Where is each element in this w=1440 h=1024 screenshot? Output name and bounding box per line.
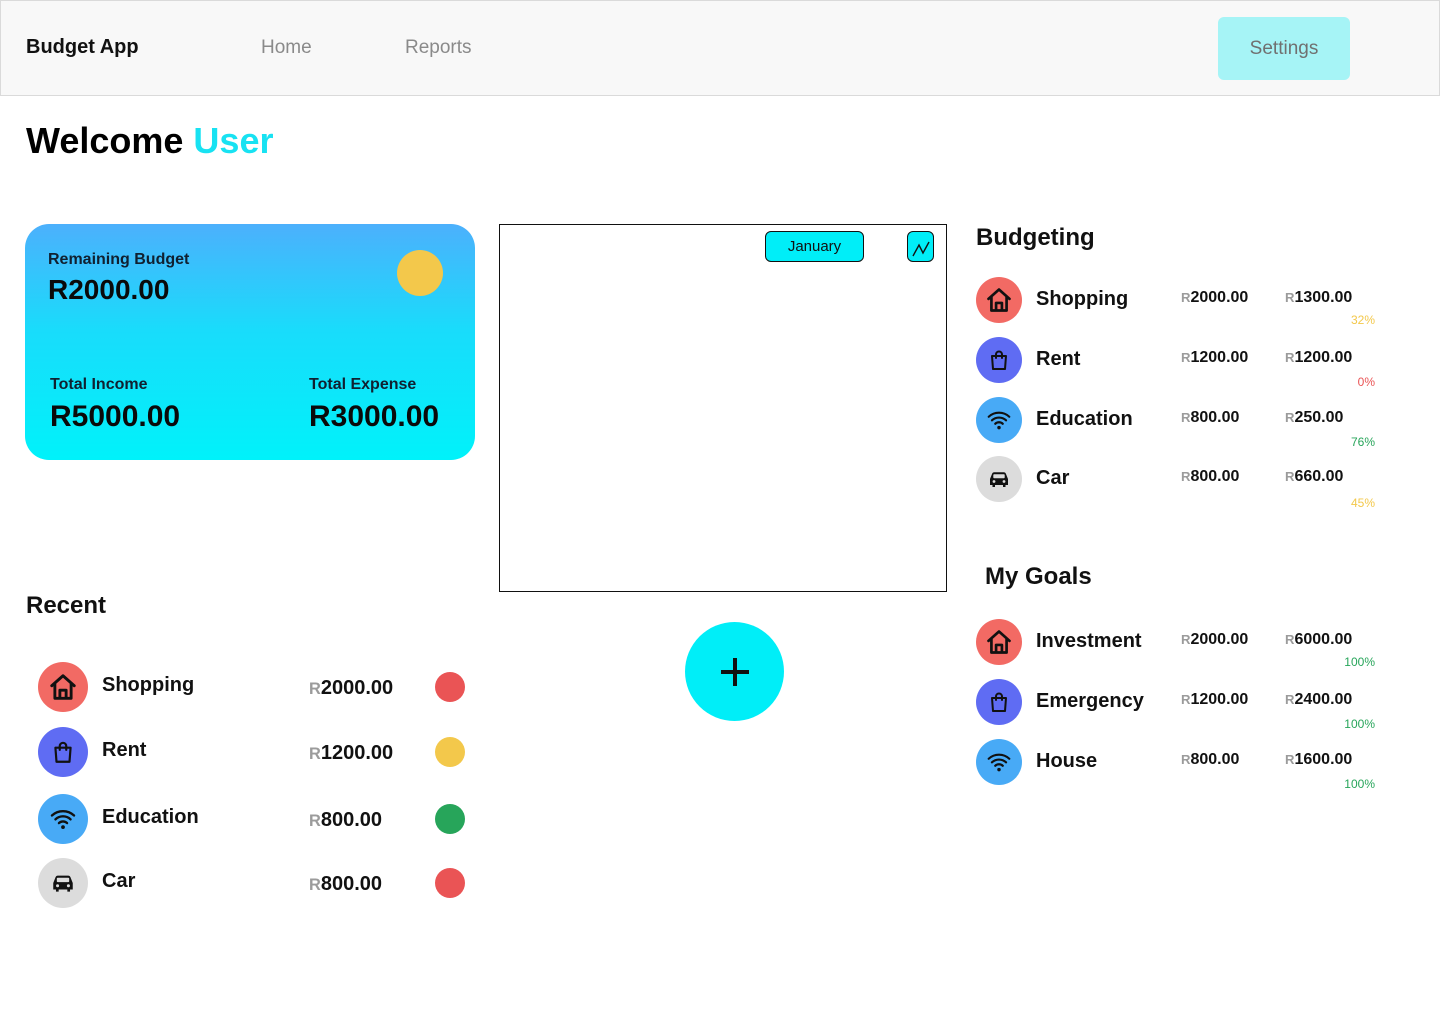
- status-dot: [435, 737, 465, 767]
- wifi-icon: [38, 794, 88, 844]
- nav-home-link[interactable]: Home: [261, 37, 312, 59]
- budgeting-heading: Budgeting: [976, 224, 1095, 251]
- recent-item-name: Education: [102, 806, 199, 828]
- goal-item-investment[interactable]: Investment R2000.00 R6000.00 100%: [976, 619, 1396, 671]
- recent-heading: Recent: [26, 592, 107, 619]
- goal-item-percent: 100%: [1344, 717, 1375, 731]
- goal-item-house[interactable]: House R800.00 R1600.00 100%: [976, 739, 1396, 791]
- budget-item-spent: R800.00: [1181, 409, 1240, 426]
- coin-icon: [397, 250, 443, 296]
- goal-item-name: Emergency: [1036, 690, 1144, 712]
- recent-item-shopping[interactable]: Shopping R2000.00: [38, 662, 470, 714]
- month-selector[interactable]: January: [765, 231, 864, 262]
- goal-item-target: R6000.00: [1285, 631, 1353, 648]
- shopping-bag-icon: [976, 679, 1022, 725]
- chart-type-toggle[interactable]: [907, 231, 934, 262]
- status-dot: [435, 868, 465, 898]
- budget-item-limit: R1200.00: [1285, 349, 1353, 366]
- budget-item-name: Education: [1036, 408, 1133, 430]
- budget-item-spent: R1200.00: [1181, 349, 1249, 366]
- goal-item-percent: 100%: [1344, 655, 1375, 669]
- goal-item-saved: R1200.00: [1181, 691, 1249, 708]
- wifi-icon: [976, 739, 1022, 785]
- goal-item-saved: R2000.00: [1181, 631, 1249, 648]
- budget-item-name: Shopping: [1036, 288, 1129, 310]
- goal-item-saved: R800.00: [1181, 751, 1240, 768]
- goal-item-target: R2400.00: [1285, 691, 1353, 708]
- recent-item-rent[interactable]: Rent R1200.00: [38, 727, 470, 779]
- recent-item-amount: R800.00: [309, 873, 383, 895]
- recent-item-amount: R800.00: [309, 809, 383, 831]
- remaining-budget-label: Remaining Budget: [48, 251, 190, 268]
- welcome-heading: Welcome User: [26, 120, 273, 162]
- shopping-bag-icon: [976, 337, 1022, 383]
- house-icon: [38, 662, 88, 712]
- budget-item-percent: 32%: [1350, 313, 1375, 327]
- recent-item-name: Car: [102, 870, 136, 892]
- status-dot: [435, 672, 465, 702]
- balance-card: Remaining Budget R2000.00 Total Income R…: [25, 224, 475, 460]
- budget-item-rent[interactable]: Rent R1200.00 R1200.00 0%: [976, 337, 1396, 389]
- budget-item-percent: 76%: [1350, 435, 1375, 449]
- goal-item-target: R1600.00: [1285, 751, 1353, 768]
- budget-item-limit: R250.00: [1285, 409, 1344, 426]
- welcome-username: User: [193, 120, 274, 161]
- recent-item-amount: R1200.00: [309, 742, 394, 764]
- budget-item-spent: R800.00: [1181, 468, 1240, 485]
- house-icon: [976, 619, 1022, 665]
- budget-item-car[interactable]: Car R800.00 R660.00 45%: [976, 456, 1396, 510]
- car-icon: [976, 456, 1022, 502]
- goal-item-emergency[interactable]: Emergency R1200.00 R2400.00 100%: [976, 679, 1396, 731]
- total-expense-label: Total Expense: [309, 376, 417, 393]
- total-expense-value: R3000.00: [309, 400, 440, 433]
- budget-item-spent: R2000.00: [1181, 289, 1249, 306]
- budget-item-limit: R1300.00: [1285, 289, 1353, 306]
- goal-item-percent: 100%: [1344, 777, 1375, 791]
- my-goals-heading: My Goals: [985, 563, 1092, 590]
- welcome-greeting: Welcome: [26, 120, 184, 161]
- budget-item-shopping[interactable]: Shopping R2000.00 R1300.00 32%: [976, 277, 1396, 329]
- total-income-label: Total Income: [50, 376, 148, 393]
- house-icon: [976, 277, 1022, 323]
- chart-panel: January: [499, 224, 947, 592]
- add-transaction-button[interactable]: [685, 622, 784, 721]
- budget-item-limit: R660.00: [1285, 468, 1344, 485]
- recent-item-car[interactable]: Car R800.00: [38, 858, 470, 910]
- budget-item-percent: 45%: [1350, 496, 1375, 510]
- budget-item-education[interactable]: Education R800.00 R250.00 76%: [976, 397, 1396, 449]
- plus-icon: [720, 657, 749, 686]
- status-dot: [435, 804, 465, 834]
- total-income-value: R5000.00: [50, 400, 181, 433]
- recent-item-name: Rent: [102, 739, 147, 761]
- recent-item-name: Shopping: [102, 674, 195, 696]
- line-chart-icon: [911, 241, 930, 256]
- settings-button[interactable]: Settings: [1218, 17, 1350, 80]
- nav-reports-link[interactable]: Reports: [405, 37, 472, 59]
- top-navbar: Budget App Home Reports Settings: [0, 0, 1440, 96]
- wifi-icon: [976, 397, 1022, 443]
- budget-item-percent: 0%: [1357, 375, 1375, 389]
- goal-item-name: Investment: [1036, 630, 1142, 652]
- app-brand[interactable]: Budget App: [26, 36, 139, 59]
- budget-item-name: Rent: [1036, 348, 1081, 370]
- budget-item-name: Car: [1036, 467, 1070, 489]
- recent-item-education[interactable]: Education R800.00: [38, 794, 470, 846]
- goal-item-name: House: [1036, 750, 1098, 772]
- shopping-bag-icon: [38, 727, 88, 777]
- car-icon: [38, 858, 88, 908]
- recent-item-amount: R2000.00: [309, 677, 394, 699]
- remaining-budget-value: R2000.00: [48, 274, 170, 305]
